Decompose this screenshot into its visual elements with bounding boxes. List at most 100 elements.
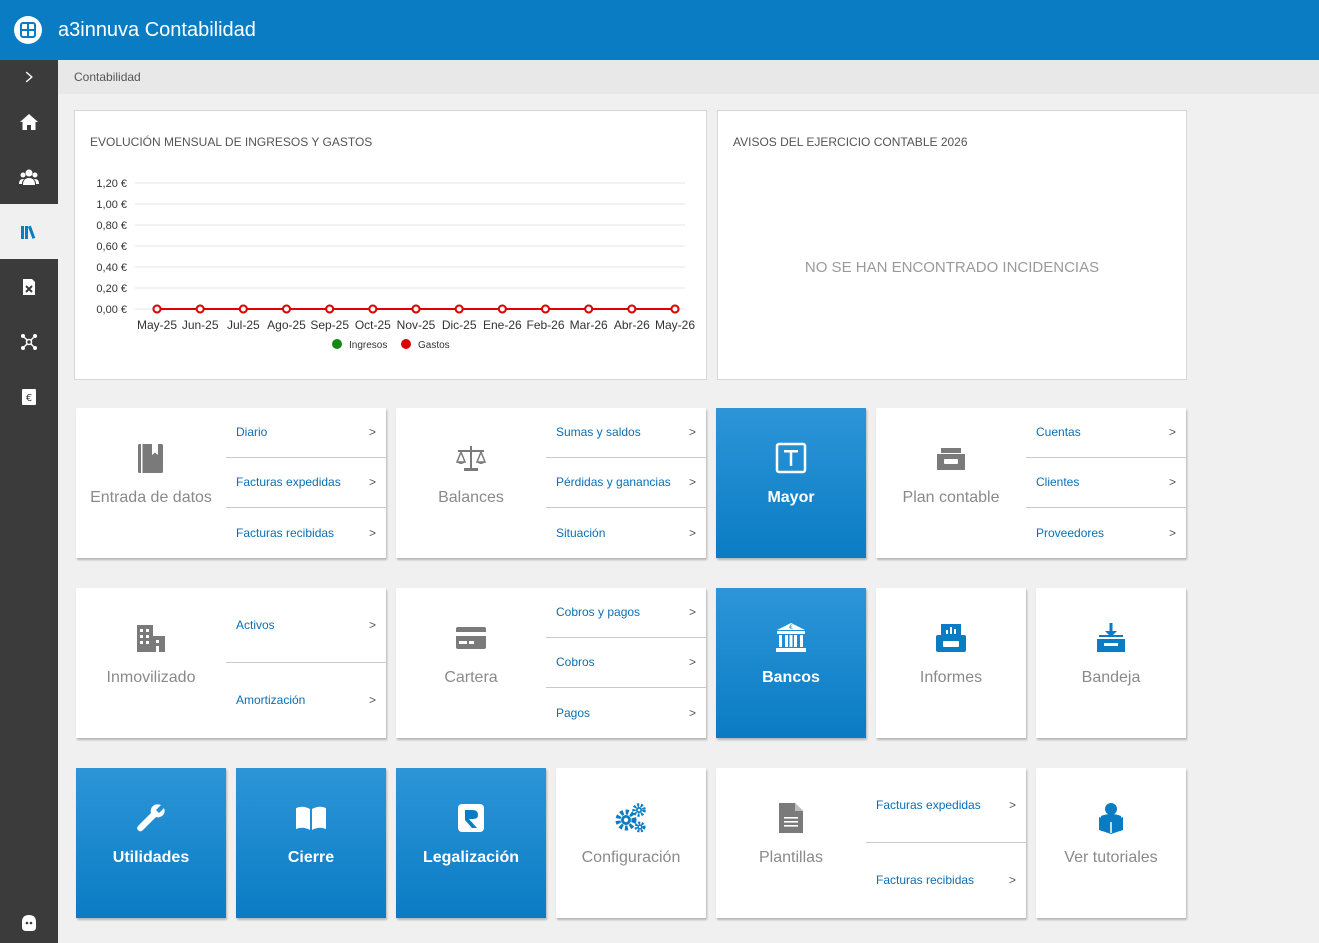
sidebar-item-home[interactable] — [0, 94, 58, 149]
x-tick-label: Sep-25 — [310, 318, 349, 332]
x-tick-label: Nov-25 — [397, 318, 436, 332]
x-tick-label: Jun-25 — [182, 318, 219, 332]
sidebar-item-connections[interactable] — [0, 314, 58, 369]
tile-entrada-main[interactable]: Entrada de datos — [76, 408, 226, 558]
link-activos[interactable]: Activos > — [226, 588, 386, 663]
breadcrumb[interactable]: Contabilidad — [58, 60, 1319, 94]
notices-panel: AVISOS DEL EJERCICIO CONTABLE 2026 NO SE… — [717, 110, 1187, 380]
users-icon — [19, 169, 39, 185]
data-point-gastos — [152, 304, 162, 314]
books-icon — [21, 225, 36, 239]
sidebar-item-billing[interactable]: € — [0, 369, 58, 424]
tile-plantillas-links: Facturas expedidas > Facturas recibidas > — [866, 768, 1026, 918]
x-tick-label: May-26 — [655, 318, 695, 332]
x-tick-label: Ene-26 — [483, 318, 522, 332]
top-bar: a3innuva Contabilidad — [0, 0, 1319, 60]
link-facturas-recibidas[interactable]: Facturas recibidas > — [226, 508, 386, 558]
tile-cierre[interactable]: Cierre — [236, 768, 386, 918]
legend-marker-ingresos — [332, 339, 342, 349]
chevron-right-icon: > — [688, 705, 696, 720]
data-point-gastos — [411, 304, 421, 314]
tile-label: Informes — [919, 669, 983, 686]
y-tick-label: 0,40 € — [96, 262, 127, 274]
data-point-gastos — [325, 304, 335, 314]
link-diario[interactable]: Diario > — [226, 408, 386, 458]
tile-tutoriales-main: Ver tutoriales — [1036, 768, 1186, 918]
tile-label: Plan contable — [902, 489, 1000, 506]
data-point-gastos — [541, 304, 550, 314]
x-tick-label: May-25 — [137, 318, 177, 332]
y-tick-label: 0,20 € — [96, 283, 127, 295]
building-icon — [137, 625, 165, 652]
sidebar-expand-button[interactable] — [0, 60, 58, 94]
data-point-gastos — [670, 304, 680, 314]
chevron-right-icon: > — [688, 655, 696, 669]
sidebar-item-documents[interactable] — [0, 259, 58, 314]
ledger-t-icon — [775, 442, 807, 474]
tile-inmovilizado-main[interactable]: Inmovilizado — [76, 588, 226, 738]
tile-inmovilizado-links: Activos > Amortización > — [226, 588, 386, 738]
link-plantillas-facturas-expedidas[interactable]: Facturas expedidas > — [866, 768, 1026, 843]
tile-cartera-links: Cobros y pagos > Cobros > Pagos > — [546, 588, 706, 738]
tile-informes[interactable]: Informes — [876, 588, 1026, 738]
tile-entrada-links: Diario > Facturas expedidas > Facturas rec… — [226, 408, 386, 558]
tile-plan-main[interactable]: Plan contable — [876, 408, 1026, 558]
income-expense-chart: 1,20 € 1,00 € 0,80 € 0,60 € 0,40 € 0,20 € 0,00… — [96, 178, 695, 351]
x-tick-label: Mar-26 — [570, 318, 608, 332]
reader-icon — [1099, 803, 1123, 834]
sidebar-item-accounting[interactable] — [0, 204, 58, 259]
chevron-right-icon: > — [688, 475, 696, 489]
tile-bancos[interactable]: € Bancos — [716, 588, 866, 738]
y-tick-label: 0,60 € — [96, 241, 127, 253]
link-plantillas-facturas-recibidas[interactable]: Facturas recibidas > — [866, 843, 1026, 918]
tile-label: Balances — [438, 489, 504, 506]
tile-balances: Balances Sumas y saldos > Pérdidas y gana… — [396, 408, 706, 558]
link-facturas-expedidas[interactable]: Facturas expedidas > — [226, 458, 386, 508]
tile-mayor[interactable]: Mayor — [716, 408, 866, 558]
tile-cartera: Cartera Cobros y pagos > Cobros > Pagos > — [396, 588, 706, 738]
tile-label: Plantillas — [758, 849, 824, 866]
link-amortizacion[interactable]: Amortización > — [226, 663, 386, 738]
link-cuentas[interactable]: Cuentas > — [1026, 408, 1186, 458]
chevron-right-icon: > — [368, 525, 376, 540]
app-logo-icon[interactable] — [14, 16, 42, 44]
sidebar-support-button[interactable] — [0, 913, 58, 933]
link-proveedores[interactable]: Proveedores > — [1026, 508, 1186, 558]
tile-label: Bandeja — [1081, 669, 1141, 686]
data-point-gastos — [497, 304, 507, 314]
tile-configuracion[interactable]: Configuración — [556, 768, 706, 918]
tile-plan-contable: Plan contable Cuentas > Clientes > Proveed… — [876, 408, 1186, 558]
y-tick-label: 0,00 € — [96, 304, 127, 316]
tile-label: Cartera — [444, 669, 498, 686]
link-perdidas-ganancias[interactable]: Pérdidas y ganancias > — [546, 458, 706, 508]
tile-cartera-main[interactable]: Cartera — [396, 588, 546, 738]
link-clientes[interactable]: Clientes > — [1026, 458, 1186, 508]
tile-bandeja[interactable]: Bandeja — [1036, 588, 1186, 738]
tile-ver-tutoriales[interactable]: Ver tutoriales — [1036, 768, 1186, 918]
data-point-gastos — [454, 304, 464, 314]
tile-plantillas-main[interactable]: Plantillas — [716, 768, 866, 918]
document-icon — [23, 278, 35, 295]
scale-icon — [455, 446, 487, 471]
link-cobros-pagos[interactable]: Cobros y pagos > — [546, 588, 706, 638]
tile-label: Entrada de datos — [90, 489, 212, 506]
link-cobros[interactable]: Cobros > — [546, 638, 706, 688]
tile-utilidades[interactable]: Utilidades — [76, 768, 226, 918]
home-icon — [20, 113, 38, 130]
euro-icon: € — [22, 388, 36, 405]
wrench-icon — [137, 804, 165, 832]
sidebar-item-clients[interactable] — [0, 149, 58, 204]
chevron-right-icon: > — [1008, 797, 1016, 812]
tile-balances-main[interactable]: Balances — [396, 408, 546, 558]
registry-icon — [458, 804, 484, 832]
link-sumas-saldos[interactable]: Sumas y saldos > — [546, 408, 706, 458]
chevron-right-icon: > — [688, 605, 696, 619]
chevron-right-icon: > — [1168, 475, 1176, 489]
link-situacion[interactable]: Situación > — [546, 508, 706, 558]
tile-label: Cierre — [287, 849, 335, 866]
sidebar: € — [0, 60, 58, 943]
tile-legalizacion[interactable]: Legalización — [396, 768, 546, 918]
link-pagos[interactable]: Pagos > — [546, 688, 706, 738]
chevron-right-icon: > — [1168, 525, 1176, 540]
report-printer-icon — [936, 624, 966, 652]
